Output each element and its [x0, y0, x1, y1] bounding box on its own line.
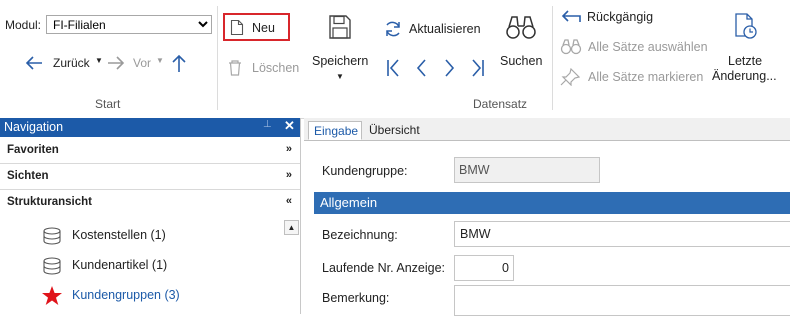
star-icon — [42, 286, 62, 305]
last-change-button[interactable]: Letzte Änderung... — [712, 10, 780, 90]
database-icon — [43, 257, 61, 275]
search-label: Suchen — [500, 54, 543, 68]
ribbon-separator — [217, 6, 218, 110]
floppy-disk-icon — [329, 15, 351, 39]
section-allgemein-header: Allgemein — [314, 192, 790, 214]
previous-record-icon[interactable] — [415, 58, 427, 78]
bemerkung-input[interactable] — [454, 285, 790, 316]
navigation-panel: Navigation ⊥ ✕ Favoriten » Sichten » Str… — [0, 118, 301, 314]
document-clock-icon — [735, 13, 757, 39]
laufende-nr-label: Laufende Nr. Anzeige: — [322, 261, 446, 275]
kundengruppe-field: BMW — [454, 157, 600, 183]
refresh-button[interactable]: Aktualisieren — [383, 18, 485, 40]
tree-item-label: Kostenstellen (1) — [72, 228, 166, 242]
next-record-icon[interactable] — [444, 58, 456, 78]
bezeichnung-label: Bezeichnung: — [322, 228, 398, 242]
save-dropdown-caret-icon: ▼ — [336, 72, 344, 81]
arrow-right-icon — [108, 56, 125, 70]
back-label: Zurück — [53, 56, 90, 70]
save-button[interactable]: Speichern ▼ — [310, 12, 370, 84]
new-document-icon — [230, 19, 244, 36]
undo-icon — [561, 10, 581, 22]
first-record-icon[interactable] — [386, 58, 400, 78]
kundengruppe-value: BMW — [459, 163, 490, 177]
modul-select[interactable]: FI-Filialen — [46, 15, 212, 34]
tree-item-label: Kundenartikel (1) — [72, 258, 168, 272]
back-button[interactable]: Zurück ▼ — [24, 52, 106, 74]
kundengruppe-label: Kundengruppe: — [322, 164, 408, 178]
nav-section-label: Sichten — [7, 170, 49, 182]
pin-icon — [560, 68, 580, 86]
forward-label: Vor — [133, 56, 152, 70]
select-all-button[interactable]: Alle Sätze auswählen — [560, 37, 710, 59]
arrow-left-icon — [25, 56, 42, 70]
undo-button[interactable]: Rückgängig — [560, 8, 690, 30]
select-all-label: Alle Sätze auswählen — [588, 40, 708, 54]
scroll-up-button[interactable]: ▲ — [284, 220, 299, 235]
refresh-label: Aktualisieren — [409, 22, 481, 36]
main-content: Eingabe Übersicht Kundengruppe: BMW Allg… — [304, 118, 790, 316]
tree-item-label: Kundengruppen (3) — [72, 288, 180, 302]
new-button[interactable]: Neu — [223, 13, 290, 41]
ribbon-separator — [552, 6, 553, 110]
pin-panel-icon[interactable]: ⊥ — [263, 119, 272, 130]
modul-label: Modul: — [5, 18, 42, 32]
double-chevron-down-icon: » — [285, 169, 292, 181]
search-button[interactable]: Suchen — [498, 12, 546, 72]
laufende-nr-value: 0 — [502, 261, 509, 275]
double-chevron-down-icon: » — [285, 143, 292, 155]
tab-bar: Eingabe Übersicht — [304, 118, 790, 141]
tab-uebersicht[interactable]: Übersicht — [366, 121, 430, 140]
ribbon: Modul: FI-Filialen Zurück ▼ Vor ▼ Start … — [0, 0, 790, 119]
refresh-icon — [386, 21, 400, 37]
delete-label: Löschen — [252, 61, 300, 75]
database-icon — [43, 227, 61, 245]
binoculars-small-icon — [560, 39, 582, 55]
last-change-label-1: Letzte — [728, 54, 763, 68]
undo-label: Rückgängig — [587, 10, 654, 24]
tab-label: Übersicht — [369, 123, 420, 137]
tab-eingabe[interactable]: Eingabe — [308, 121, 362, 140]
arrow-up-icon[interactable] — [170, 53, 188, 73]
tab-label: Eingabe — [314, 124, 359, 138]
save-label: Speichern — [312, 54, 369, 68]
nav-section-sichten[interactable]: Sichten » — [0, 164, 300, 190]
trash-icon — [229, 60, 241, 76]
bezeichnung-input[interactable]: BMW — [454, 221, 790, 247]
bezeichnung-value: BMW — [460, 227, 491, 241]
bemerkung-label: Bemerkung: — [322, 291, 390, 305]
close-panel-icon[interactable]: ✕ — [284, 118, 295, 134]
nav-section-label: Strukturansicht — [7, 196, 92, 208]
nav-section-label: Favoriten — [7, 144, 59, 156]
last-record-icon[interactable] — [471, 58, 485, 78]
delete-button[interactable]: Löschen — [227, 57, 302, 79]
laufende-nr-input[interactable]: 0 — [454, 255, 514, 281]
group-start-label: Start — [95, 97, 121, 111]
mark-all-button[interactable]: Alle Sätze markieren — [560, 67, 710, 89]
mark-all-label: Alle Sätze markieren — [588, 70, 704, 84]
group-record-label: Datensatz — [473, 97, 528, 111]
back-dropdown-caret-icon: ▼ — [95, 56, 103, 65]
new-label: Neu — [252, 21, 275, 35]
forward-button[interactable]: Vor ▼ — [106, 52, 164, 74]
nav-section-strukturansicht[interactable]: Strukturansicht « — [0, 190, 300, 215]
navigation-title: Navigation — [4, 120, 64, 134]
section-title: Allgemein — [320, 195, 378, 210]
nav-section-favoriten[interactable]: Favoriten » — [0, 138, 300, 164]
binoculars-icon — [506, 16, 536, 39]
double-chevron-up-icon: « — [285, 195, 292, 207]
forward-dropdown-caret-icon: ▼ — [156, 56, 164, 65]
last-change-label-2: Änderung... — [712, 69, 777, 83]
navigation-header: Navigation ⊥ ✕ — [0, 118, 300, 137]
